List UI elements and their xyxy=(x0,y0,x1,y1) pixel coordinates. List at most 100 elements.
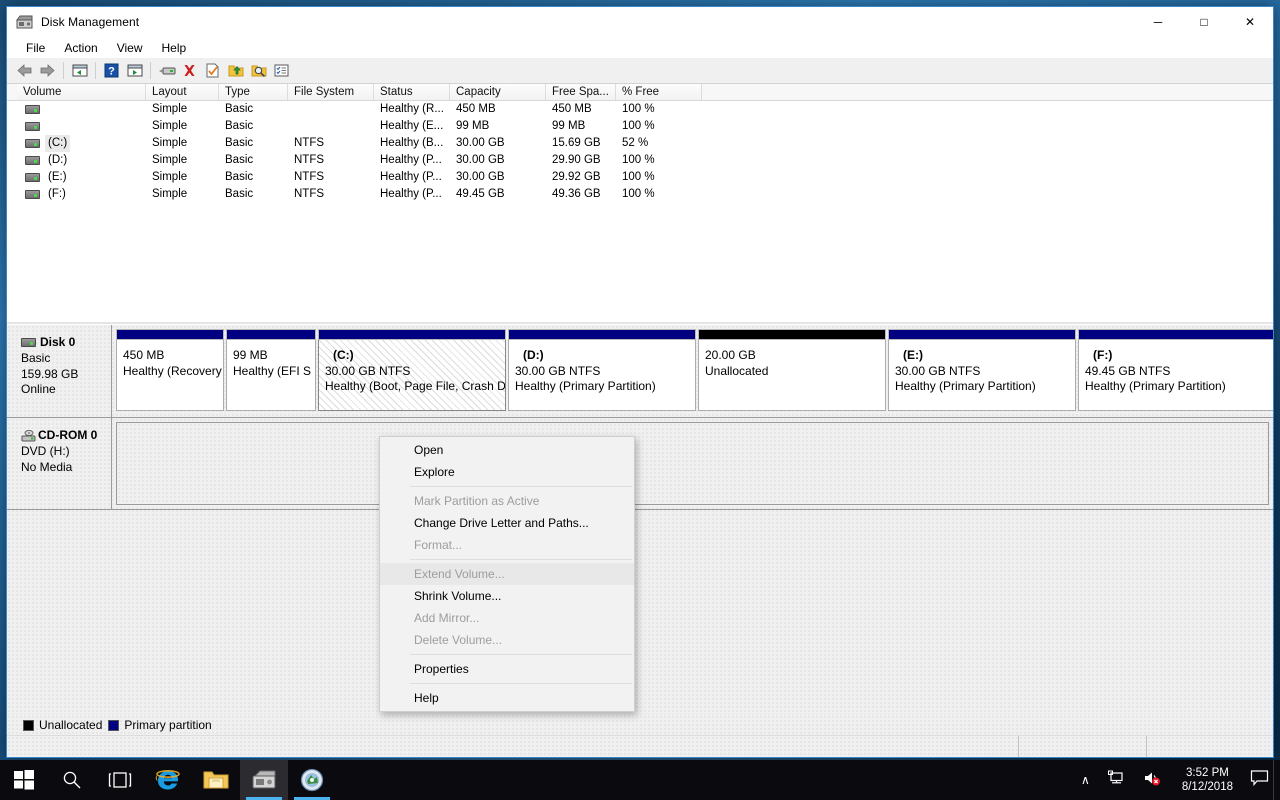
volume-list-rows: Simple Basic Healthy (R... 450 MB 450 MB 100 … xyxy=(7,101,1273,203)
column-header--free[interactable]: % Free xyxy=(616,84,702,100)
disk-drive-icon xyxy=(21,337,36,347)
partition-block[interactable]: (C:) 30.00 GB NTFS Healthy (Boot, Page Fil… xyxy=(318,329,506,411)
context-menu-item[interactable]: Shrink Volume... xyxy=(380,585,634,607)
clock[interactable]: 3:52 PM 8/12/2018 xyxy=(1170,760,1245,800)
menu-file[interactable]: File xyxy=(17,39,54,57)
back-icon[interactable] xyxy=(13,60,36,82)
volume-muted-icon xyxy=(1143,770,1161,791)
partition-block[interactable]: 450 MB Healthy (Recovery xyxy=(116,329,224,411)
table-row[interactable]: (E:) Simple Basic NTFS Healthy (P... 30.00 GB… xyxy=(7,169,1273,186)
volume-label: (E:) xyxy=(48,171,67,183)
search-folder-icon[interactable] xyxy=(247,60,270,82)
column-header-file-system[interactable]: File System xyxy=(288,84,374,100)
maximize-button[interactable]: □ xyxy=(1181,7,1227,37)
cdrom-drive-letter: DVD (H:) xyxy=(21,444,70,458)
partition-block[interactable]: (E:) 30.00 GB NTFS Healthy (Primary Partit… xyxy=(888,329,1076,411)
volume-cell xyxy=(17,122,146,131)
cell-free-space: 450 MB xyxy=(552,103,592,115)
cell-capacity: 99 MB xyxy=(456,120,490,132)
context-menu-item: Delete Volume... xyxy=(414,633,503,647)
disk-info-disk0[interactable]: Disk 0 Basic 159.98 GB Online xyxy=(7,325,112,417)
cell-layout: Simple xyxy=(152,103,188,115)
partition-drive-letter: (F:) xyxy=(1093,348,1113,362)
internet-explorer-button[interactable] xyxy=(144,760,192,800)
minimize-button[interactable]: ─ xyxy=(1135,7,1181,37)
table-row[interactable]: (D:) Simple Basic NTFS Healthy (P... 30.00 GB… xyxy=(7,152,1273,169)
volume-cell: (C:) xyxy=(17,135,146,152)
column-header-free-spa[interactable]: Free Spa... xyxy=(546,84,616,100)
column-header-layout[interactable]: Layout xyxy=(146,84,219,100)
show-hidden-icons-button[interactable]: ∧ xyxy=(1072,760,1099,800)
table-row[interactable]: (C:) Simple Basic NTFS Healthy (B... 30.00 GB… xyxy=(7,135,1273,152)
context-menu-item[interactable]: Properties xyxy=(380,658,634,680)
notification-center-button[interactable] xyxy=(1245,760,1273,800)
table-row[interactable]: Simple Basic Healthy (R... 450 MB 450 MB 100 … xyxy=(7,101,1273,118)
column-header-status[interactable]: Status xyxy=(374,84,450,100)
legend: Unallocated Primary partition xyxy=(7,715,1273,735)
partition-block[interactable]: 20.00 GB Unallocated xyxy=(698,329,886,411)
disk-info-cdrom0[interactable]: CD-ROM 0 DVD (H:) No Media xyxy=(7,418,112,509)
column-header-capacity[interactable]: Capacity xyxy=(450,84,546,100)
partition-block[interactable]: (D:) 30.00 GB NTFS Healthy (Primary Partit… xyxy=(508,329,696,411)
partition-size: 450 MB xyxy=(123,348,165,362)
volume-cell: (E:) xyxy=(17,169,146,186)
cdrom-empty-area[interactable] xyxy=(116,422,1269,505)
show-desktop-button[interactable] xyxy=(1273,760,1280,800)
partition-details: 99 MB Healthy (EFI S xyxy=(226,340,316,411)
export-list-icon[interactable] xyxy=(224,60,247,82)
partition-size: 99 MB xyxy=(233,348,268,362)
menu-view[interactable]: View xyxy=(108,39,152,57)
up-one-level-icon[interactable] xyxy=(68,60,91,82)
context-menu-item[interactable]: Help xyxy=(380,687,634,709)
partition-color-bar xyxy=(226,329,316,340)
start-button[interactable] xyxy=(0,760,48,800)
volume-cell: (D:) xyxy=(17,152,146,169)
table-row[interactable]: (F:) Simple Basic NTFS Healthy (P... 49.45 GB… xyxy=(7,186,1273,203)
rescan-disks-icon[interactable] xyxy=(155,60,178,82)
partition-details: (C:) 30.00 GB NTFS Healthy (Boot, Page Fil… xyxy=(318,340,506,411)
notification-icon xyxy=(1250,769,1269,791)
partition-color-bar xyxy=(318,329,506,340)
show-hide-console-tree-icon[interactable] xyxy=(123,60,146,82)
table-row[interactable]: Simple Basic Healthy (E... 99 MB 99 MB 100 % xyxy=(7,118,1273,135)
context-menu-separator xyxy=(410,683,632,684)
disk-utility-button[interactable] xyxy=(288,760,336,800)
cell-status: Healthy (P... xyxy=(380,171,442,183)
volume-button[interactable] xyxy=(1134,760,1170,800)
context-menu-item[interactable]: Open xyxy=(380,439,634,461)
partition-status: Healthy (EFI S xyxy=(233,363,312,378)
context-menu-item[interactable]: Change Drive Letter and Paths... xyxy=(380,512,634,534)
menu-action[interactable]: Action xyxy=(55,39,106,57)
legend-label: Unallocated xyxy=(39,718,103,732)
clock-date: 8/12/2018 xyxy=(1181,781,1233,793)
task-view-button[interactable] xyxy=(96,760,144,800)
context-menu-item[interactable]: Explore xyxy=(380,461,634,483)
partition-block[interactable]: (F:) 49.45 GB NTFS Healthy (Primary Partit… xyxy=(1078,329,1273,411)
cell-file-system: NTFS xyxy=(294,171,325,183)
close-button[interactable]: ✕ xyxy=(1227,7,1273,37)
delete-icon[interactable] xyxy=(178,60,201,82)
file-explorer-button[interactable] xyxy=(192,760,240,800)
forward-icon[interactable] xyxy=(36,60,59,82)
cell-layout: Simple xyxy=(152,188,188,200)
window-title: Disk Management xyxy=(41,15,140,29)
partition-status: Healthy (Recovery xyxy=(123,363,222,378)
cell-type: Basic xyxy=(225,137,254,149)
cell-percent-free: 100 % xyxy=(622,154,655,166)
search-button[interactable] xyxy=(48,760,96,800)
task-list-icon[interactable] xyxy=(270,60,293,82)
column-header-type[interactable]: Type xyxy=(219,84,288,100)
disk-type: Basic xyxy=(21,351,51,365)
properties-icon[interactable] xyxy=(201,60,224,82)
cell-layout: Simple xyxy=(152,154,188,166)
partition-block[interactable]: 99 MB Healthy (EFI S xyxy=(226,329,316,411)
context-menu-separator xyxy=(410,559,632,560)
help-icon[interactable]: ? xyxy=(100,60,123,82)
disk-size: 159.98 GB xyxy=(21,366,79,381)
cell-layout: Simple xyxy=(152,137,188,149)
cell-status: Healthy (P... xyxy=(380,188,442,200)
column-header-volume[interactable]: Volume xyxy=(17,84,146,100)
menu-help[interactable]: Help xyxy=(153,39,196,57)
disk-management-button[interactable] xyxy=(240,760,288,800)
network-button[interactable] xyxy=(1099,760,1134,800)
